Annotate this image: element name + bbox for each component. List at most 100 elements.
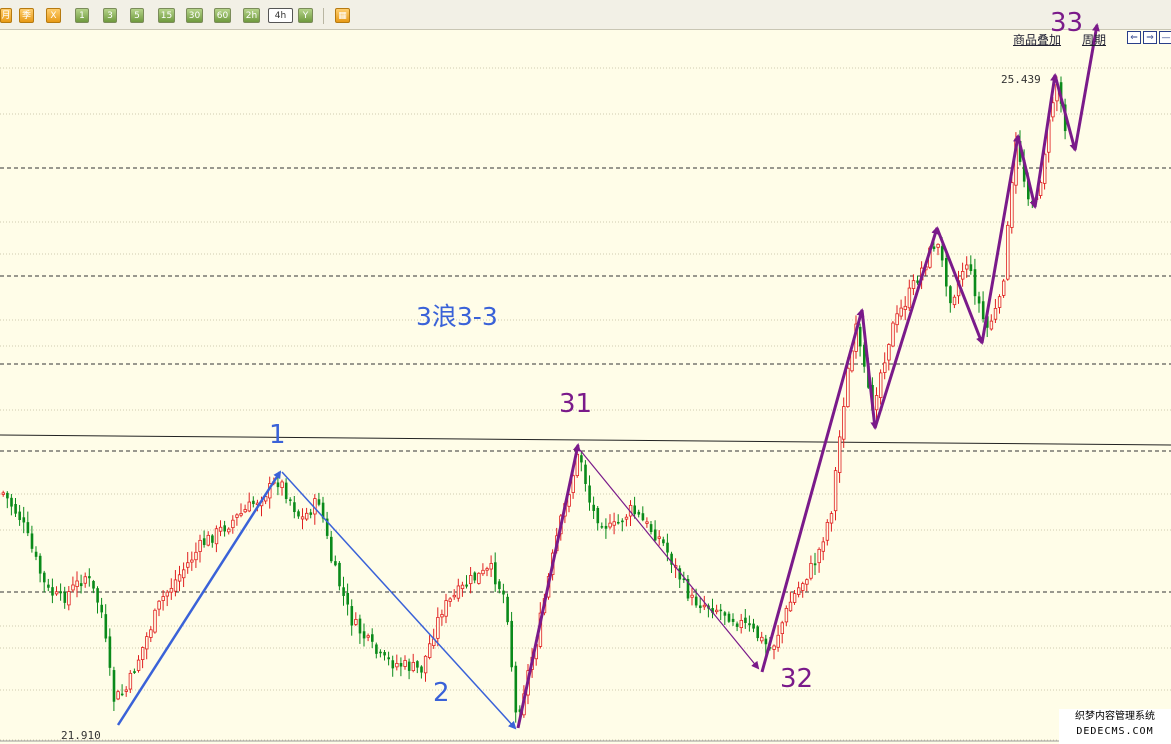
candle-body-down — [813, 563, 817, 566]
candle-body-up — [436, 617, 440, 639]
candle-body-down — [502, 590, 505, 595]
candle-body-up — [181, 569, 186, 579]
candle-body-down — [748, 623, 751, 626]
candle-body-up — [1010, 182, 1014, 228]
candle-body-up — [657, 536, 661, 539]
candle-body-up — [173, 579, 178, 592]
candle-body-down — [334, 561, 337, 566]
candle-body-up — [805, 579, 809, 585]
candle-body-down — [350, 606, 354, 626]
candle-body-up — [194, 551, 198, 561]
price-high-label: 25.439 — [1001, 73, 1041, 86]
candle-body-down — [92, 580, 95, 589]
candle-body-down — [297, 511, 300, 517]
candle-body-down — [653, 529, 657, 541]
watermark-line1: 织梦内容管理系统 — [1075, 711, 1155, 722]
candle-body-down — [617, 521, 620, 524]
candle-body-up — [124, 689, 128, 692]
candle-body-up — [136, 659, 141, 671]
candle-body-down — [465, 584, 468, 587]
candle-body-down — [309, 512, 313, 515]
watermark: 织梦内容管理系统 DEDECMS.COM — [1059, 709, 1171, 744]
candle-body-down — [420, 666, 423, 673]
candle-body-up — [190, 559, 194, 563]
candle-body-down — [649, 524, 653, 533]
candle-body-up — [153, 609, 157, 633]
candle-body-up — [235, 514, 239, 518]
candle-body-up — [489, 563, 493, 570]
candle-body-down — [362, 631, 366, 639]
candle-body-up — [776, 634, 780, 648]
candle-body-up — [116, 691, 120, 700]
candle-body-down — [735, 623, 739, 627]
candle-body-up — [140, 647, 145, 660]
candle-body-up — [645, 521, 649, 524]
candle-body-down — [391, 660, 395, 669]
candle-body-up — [895, 313, 899, 326]
candle-body-down — [342, 587, 345, 596]
candle-body-up — [903, 305, 907, 310]
candle-body-down — [79, 583, 83, 587]
candle-body-up — [468, 575, 473, 585]
right-arrow-icon[interactable]: ⇒ — [1143, 31, 1157, 44]
candle-body-down — [596, 507, 600, 524]
candle-body-up — [612, 521, 616, 526]
candle-body-down — [588, 485, 591, 503]
candle-body-down — [276, 482, 280, 488]
minimize-icon[interactable]: — — [1159, 31, 1171, 44]
candle-body-down — [407, 661, 411, 671]
candle-body-up — [403, 660, 407, 667]
candle-body-up — [477, 572, 481, 584]
candle-body-down — [399, 662, 403, 667]
candle-body-down — [940, 246, 944, 261]
candle-body-down — [764, 638, 768, 645]
candle-body-up — [961, 271, 965, 280]
candle-body-up — [993, 308, 998, 320]
candle-body-down — [59, 591, 62, 594]
candle-body-down — [6, 492, 9, 499]
candle-body-up — [702, 604, 707, 608]
candle-body-up — [149, 629, 153, 638]
candle-body-up — [715, 609, 719, 613]
candle-body-down — [633, 505, 636, 515]
candle-body-up — [206, 534, 210, 546]
left-arrow-icon[interactable]: ⇐ — [1127, 31, 1141, 44]
reference-line — [0, 434, 1171, 446]
candle-body-up — [784, 607, 789, 623]
candle-body-down — [47, 584, 50, 588]
candle-body-down — [317, 499, 321, 505]
candle-body-down — [604, 525, 608, 529]
candle-body-down — [379, 651, 382, 654]
candle-body-down — [494, 562, 497, 585]
candle-body-down — [473, 572, 477, 581]
candle-body-down — [945, 258, 948, 287]
candle-body-up — [128, 672, 133, 690]
candle-body-up — [83, 576, 87, 584]
candle-body-up — [214, 528, 219, 545]
candle-body-down — [969, 264, 973, 272]
candle-body-down — [30, 533, 34, 549]
wave-label-31: 31 — [559, 389, 593, 419]
candle-body-up — [739, 619, 743, 629]
candle-body-up — [448, 598, 452, 602]
candle-body-down — [293, 502, 296, 513]
candle-body-down — [252, 500, 255, 505]
candle-body-up — [304, 512, 309, 520]
candle-body-up — [452, 594, 456, 598]
candle-body-down — [514, 665, 518, 713]
candle-body-down — [358, 618, 362, 634]
candle-body-down — [38, 555, 42, 574]
candle-body-up — [907, 287, 912, 309]
candle-body-up — [936, 243, 940, 248]
candle-body-up — [772, 645, 776, 650]
candle-body-down — [641, 513, 645, 521]
candle-body-up — [891, 322, 895, 347]
candle-body-down — [202, 538, 206, 545]
candle-body-up — [883, 362, 887, 373]
candle-body-down — [498, 581, 501, 590]
period-link[interactable]: 周期 — [1082, 31, 1106, 48]
wave-label-1: 1 — [269, 420, 286, 450]
candle-body-down — [211, 535, 214, 543]
candle-body-up — [186, 562, 190, 568]
candle-body-down — [662, 539, 665, 544]
